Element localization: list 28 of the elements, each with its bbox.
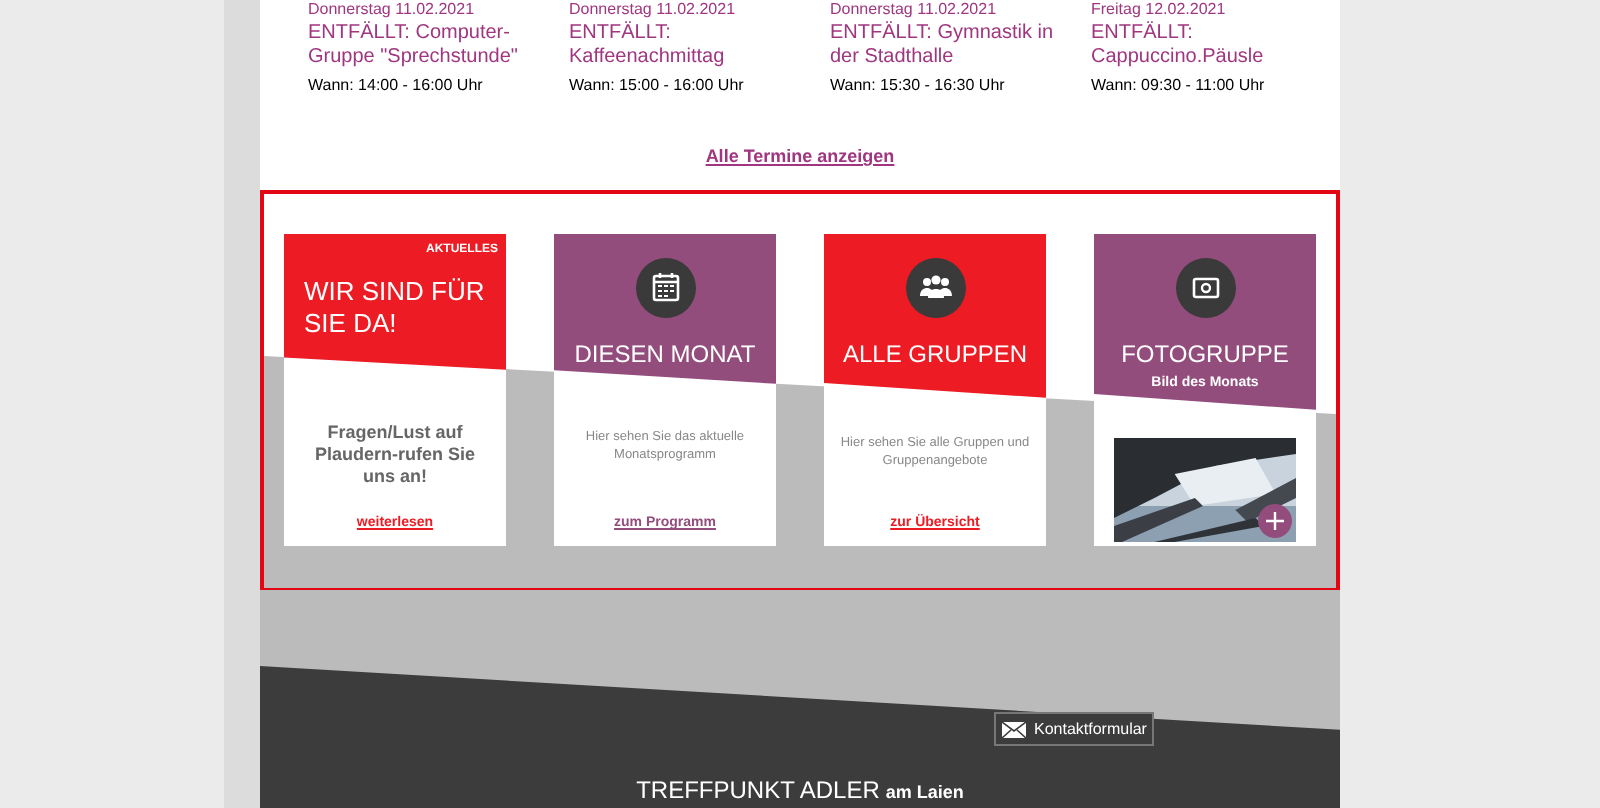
calendar-icon	[635, 257, 695, 318]
event-time: Wann: 15:00 - 16:00 Uhr	[569, 74, 746, 96]
plus-icon[interactable]	[1258, 503, 1292, 538]
event-date: Donnerstag 11.02.2021	[569, 0, 738, 20]
people-icon	[905, 257, 965, 318]
tile-header[interactable]: ALLE GRUPPEN	[824, 233, 1046, 398]
tile-title: WIR SIND FÜR SIE DA!	[304, 275, 487, 340]
tile-title: DIESEN MONAT	[574, 339, 756, 368]
brand-name: TREFFPUNKT ADLER	[636, 774, 880, 808]
brand-suffix: am Laien	[885, 780, 964, 806]
event-time: Wann: 09:30 - 11:00 Uhr	[1091, 74, 1267, 96]
tile-title: ALLE GRUPPEN	[842, 339, 1028, 368]
event-time: Wann: 15:30 - 16:30 Uhr	[830, 74, 1007, 96]
event-title[interactable]: ENTFÄLLT: Gymnastik in der Stadthalle	[830, 22, 1063, 70]
event-title[interactable]: ENTFÄLLT: Kaffeenachmittag	[569, 22, 802, 70]
all-events-link[interactable]: Alle Termine anzeigen	[705, 144, 895, 171]
event-title[interactable]: ENTFÄLLT: Computer-Gruppe "Sprechstunde"	[308, 22, 541, 70]
tile-title: FOTOGRUPPE	[1121, 339, 1289, 368]
event-time: Wann: 14:00 - 16:00 Uhr	[308, 74, 485, 96]
event-title[interactable]: ENTFÄLLT: Cappuccino.Päusle	[1091, 22, 1324, 70]
contact-form-button[interactable]: Kontaktformular	[994, 712, 1155, 746]
event-date: Donnerstag 11.02.2021	[830, 0, 999, 20]
event-date: Donnerstag 11.02.2021	[308, 0, 477, 20]
tile-text: Fragen/Lust auf Plaudern-rufen Sie uns an!	[312, 421, 477, 488]
envelope-icon	[1002, 721, 1026, 737]
camera-icon	[1175, 257, 1235, 318]
event-date: Freitag 12.02.2021	[1091, 0, 1228, 20]
tile-header[interactable]: DIESEN MONAT	[554, 233, 776, 384]
